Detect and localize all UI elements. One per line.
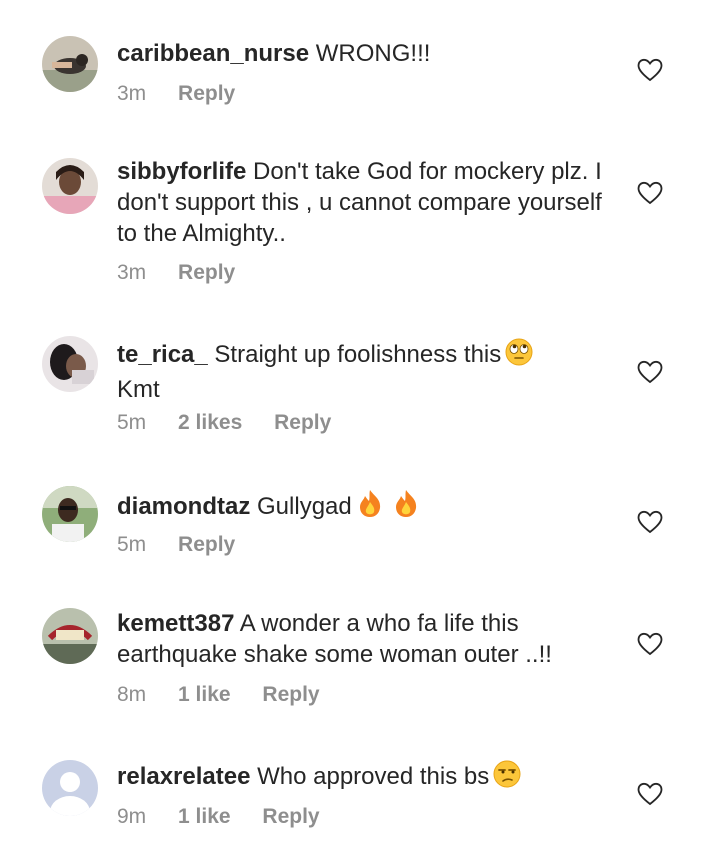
reply-button[interactable]: Reply	[178, 533, 235, 556]
comment-time: 9m	[117, 805, 147, 828]
like-heart-icon[interactable]	[637, 510, 663, 534]
like-heart-icon[interactable]	[637, 360, 663, 384]
comment-username[interactable]: te_rica_	[117, 341, 208, 368]
likes-count[interactable]: 1 like	[178, 805, 231, 828]
avatar[interactable]	[42, 760, 98, 816]
like-heart-icon[interactable]	[637, 782, 663, 806]
comment-time: 3m	[117, 261, 147, 284]
likes-count[interactable]: 1 like	[178, 683, 231, 706]
reply-button[interactable]: Reply	[274, 411, 331, 434]
comment-time: 3m	[117, 82, 147, 105]
fire-emoji-icon	[392, 488, 420, 526]
avatar[interactable]	[42, 608, 98, 664]
comment-text: Gullygad	[257, 493, 352, 520]
likes-count[interactable]: 2 likes	[178, 411, 242, 434]
reply-button[interactable]: Reply	[178, 261, 235, 284]
avatar[interactable]	[42, 36, 98, 92]
comment-username[interactable]: diamondtaz	[117, 493, 250, 520]
reply-button[interactable]: Reply	[178, 82, 235, 105]
reply-button[interactable]: Reply	[262, 805, 319, 828]
unamused-emoji-icon	[493, 760, 521, 796]
comment-text: WRONG!!!	[315, 40, 431, 67]
comment-text: Who approved this bs	[257, 763, 490, 790]
comment-time: 5m	[117, 411, 147, 434]
comment-text-line2: Kmt	[117, 376, 160, 403]
reply-button[interactable]: Reply	[262, 683, 319, 706]
comment-username[interactable]: kemett387	[117, 610, 234, 637]
avatar[interactable]	[42, 486, 98, 542]
comment-username[interactable]: sibbyforlife	[117, 158, 246, 185]
comment-time: 5m	[117, 533, 147, 556]
comment-time: 8m	[117, 683, 147, 706]
fire-emoji-icon	[356, 488, 384, 526]
like-heart-icon[interactable]	[637, 181, 663, 205]
comment-username[interactable]: caribbean_nurse	[117, 40, 309, 67]
comment-username[interactable]: relaxrelatee	[117, 763, 250, 790]
like-heart-icon[interactable]	[637, 632, 663, 656]
eye-roll-emoji-icon	[505, 338, 533, 374]
comment-text: Straight up foolishness this	[214, 341, 502, 368]
avatar[interactable]	[42, 336, 98, 392]
avatar[interactable]	[42, 158, 98, 214]
like-heart-icon[interactable]	[637, 58, 663, 82]
